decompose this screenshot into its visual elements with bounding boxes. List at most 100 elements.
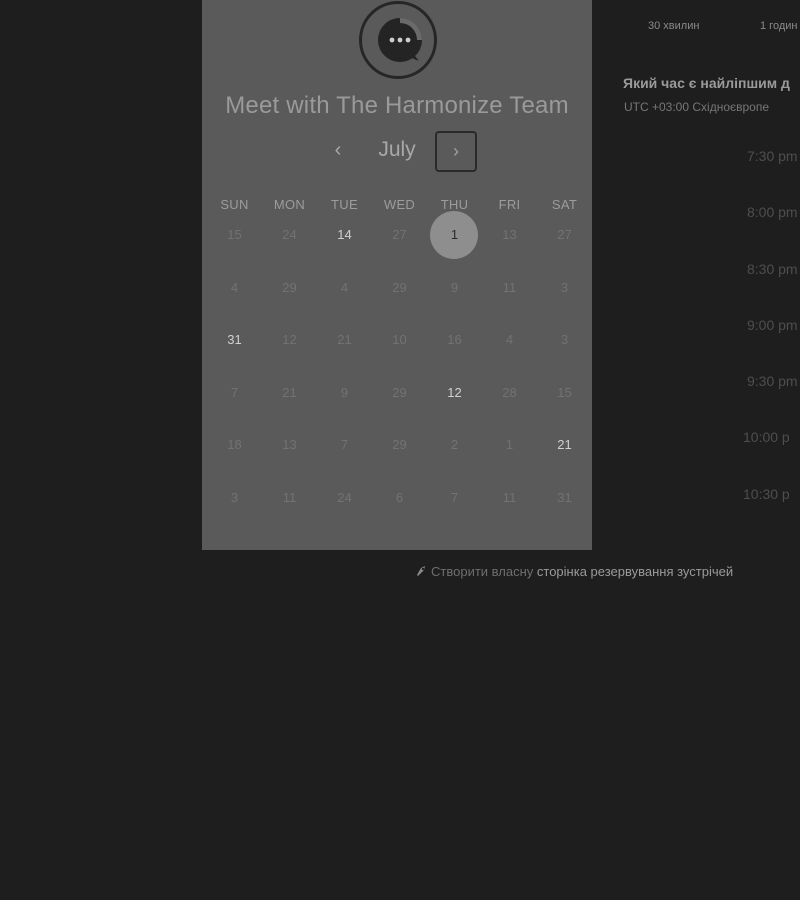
- calendar-day[interactable]: 29: [372, 420, 427, 470]
- calendar-day-number: 27: [557, 227, 572, 242]
- calendar-day[interactable]: 18: [207, 420, 262, 470]
- calendar-day[interactable]: 13: [262, 420, 317, 470]
- calendar-day[interactable]: 21: [537, 420, 592, 470]
- page-title: Meet with The Harmonize Team: [225, 92, 569, 119]
- calendar-day-number: 11: [502, 489, 517, 505]
- calendar-day[interactable]: 1: [427, 210, 482, 260]
- calendar-day[interactable]: 31: [207, 315, 262, 365]
- calendar-day[interactable]: 3: [207, 473, 262, 523]
- month-navigation: ‹ July ›: [202, 130, 592, 172]
- calendar-day[interactable]: 24: [317, 473, 372, 523]
- calendar-day[interactable]: 28: [482, 368, 537, 418]
- time-slot[interactable]: 7:30 pm: [747, 148, 798, 164]
- time-slot[interactable]: 8:00 pm: [747, 204, 798, 220]
- calendar-day-number: 1: [450, 227, 459, 242]
- month-label: July: [378, 138, 416, 161]
- calendar-day[interactable]: 12: [427, 368, 482, 418]
- calendar-day[interactable]: 27: [372, 210, 427, 260]
- calendar-day-number: 3: [560, 279, 569, 295]
- calendar-day-number: 13: [502, 227, 517, 242]
- calendar-day[interactable]: 21: [317, 315, 372, 365]
- calendar-day-number: 6: [395, 489, 404, 505]
- calendar-day-number: 27: [392, 227, 407, 242]
- calendar-day[interactable]: 31: [537, 473, 592, 523]
- time-slot[interactable]: 10:00 p: [743, 429, 790, 445]
- chat-bubble-icon: [378, 18, 422, 62]
- calendar-day-number: 31: [227, 332, 242, 347]
- calendar-day[interactable]: 27: [537, 210, 592, 260]
- calendar-day-number: 15: [227, 227, 242, 242]
- calendar-day-number: 1: [505, 437, 514, 452]
- calendar-grid: 15 24 14 27 1 13 27 4 29 4 29 9 11 3 31 12 21 10 16 4 3 7 21 9 2…: [207, 210, 592, 530]
- calendar-day[interactable]: 11: [262, 473, 317, 523]
- calendar-day[interactable]: 16: [427, 315, 482, 365]
- calendar-day-number: 31: [557, 489, 572, 505]
- calendar-day-number: 13: [282, 437, 297, 452]
- calendar-day-number: 28: [502, 384, 517, 400]
- calendar-day[interactable]: 3: [537, 263, 592, 313]
- calendar-day-number: 11: [282, 489, 297, 505]
- calendar-day[interactable]: 9: [427, 263, 482, 313]
- duration-tab-30min[interactable]: 30 хвилин: [648, 20, 699, 32]
- calendar-day-number: 24: [337, 489, 352, 505]
- calendar-day[interactable]: 4: [317, 263, 372, 313]
- harmonize-logo: [359, 1, 437, 79]
- calendar-day-number: 12: [447, 384, 462, 400]
- calendar-day-number: 3: [230, 489, 239, 505]
- calendar-day[interactable]: 29: [372, 368, 427, 418]
- calendar-day[interactable]: 11: [482, 473, 537, 523]
- calendar-day-number: 4: [340, 279, 349, 295]
- calendar-day[interactable]: 1: [482, 420, 537, 470]
- calendar-panel: Meet with The Harmonize Team ‹ July › SU…: [202, 0, 592, 550]
- calendar-day[interactable]: 24: [262, 210, 317, 260]
- calendar-day-number: 11: [502, 279, 517, 295]
- calendar-day-number: 7: [340, 437, 349, 452]
- calendar-day[interactable]: 11: [482, 263, 537, 313]
- calendar-day-number: 18: [227, 437, 242, 452]
- footer-link-text[interactable]: сторінка резервування зустрічей: [537, 564, 733, 579]
- calendar-day-number: 7: [450, 489, 459, 505]
- calendar-day-number: 12: [282, 332, 297, 347]
- calendar-day[interactable]: 15: [207, 210, 262, 260]
- calendar-day[interactable]: 9: [317, 368, 372, 418]
- calendar-day[interactable]: 12: [262, 315, 317, 365]
- calendar-day[interactable]: 3: [537, 315, 592, 365]
- calendar-day[interactable]: 4: [207, 263, 262, 313]
- rocket-icon: [417, 566, 425, 576]
- time-question: Який час є найліпшим д: [623, 75, 790, 91]
- time-slot[interactable]: 9:00 pm: [747, 317, 798, 333]
- timezone-label[interactable]: UTC +03:00 Східноєвропе: [624, 100, 769, 114]
- calendar-day[interactable]: 21: [262, 368, 317, 418]
- calendar-day[interactable]: 7: [317, 420, 372, 470]
- calendar-day[interactable]: 7: [207, 368, 262, 418]
- time-slot[interactable]: 10:30 p: [743, 486, 790, 502]
- calendar-day[interactable]: 10: [372, 315, 427, 365]
- calendar-day-number: 16: [447, 332, 462, 347]
- duration-tab-1hour[interactable]: 1 годин: [760, 20, 797, 32]
- prev-month-button[interactable]: ‹: [326, 138, 350, 162]
- next-month-button[interactable]: ›: [435, 131, 477, 172]
- time-slot[interactable]: 9:30 pm: [747, 373, 798, 389]
- calendar-day-number: 9: [340, 384, 349, 400]
- time-slot[interactable]: 8:30 pm: [747, 261, 798, 277]
- calendar-day-number: 21: [557, 437, 572, 452]
- calendar-day[interactable]: 7: [427, 473, 482, 523]
- create-booking-page-link[interactable]: Створити власну сторінка резервування зу…: [414, 564, 733, 579]
- calendar-day[interactable]: 13: [482, 210, 537, 260]
- calendar-day-number: 3: [560, 332, 569, 347]
- calendar-day-number: 4: [505, 332, 514, 347]
- calendar-day-number: 4: [230, 279, 239, 295]
- calendar-day[interactable]: 15: [537, 368, 592, 418]
- calendar-day-number: 10: [392, 332, 407, 347]
- calendar-day-number: 15: [557, 384, 572, 400]
- calendar-day-number: 14: [337, 227, 352, 242]
- calendar-day[interactable]: 6: [372, 473, 427, 523]
- calendar-day[interactable]: 29: [262, 263, 317, 313]
- calendar-day[interactable]: 2: [427, 420, 482, 470]
- calendar-day-number: 29: [392, 437, 407, 452]
- calendar-day[interactable]: 4: [482, 315, 537, 365]
- calendar-day[interactable]: 29: [372, 263, 427, 313]
- calendar-day[interactable]: 14: [317, 210, 372, 260]
- calendar-day-number: 21: [337, 332, 352, 347]
- calendar-day-number: 9: [450, 279, 459, 295]
